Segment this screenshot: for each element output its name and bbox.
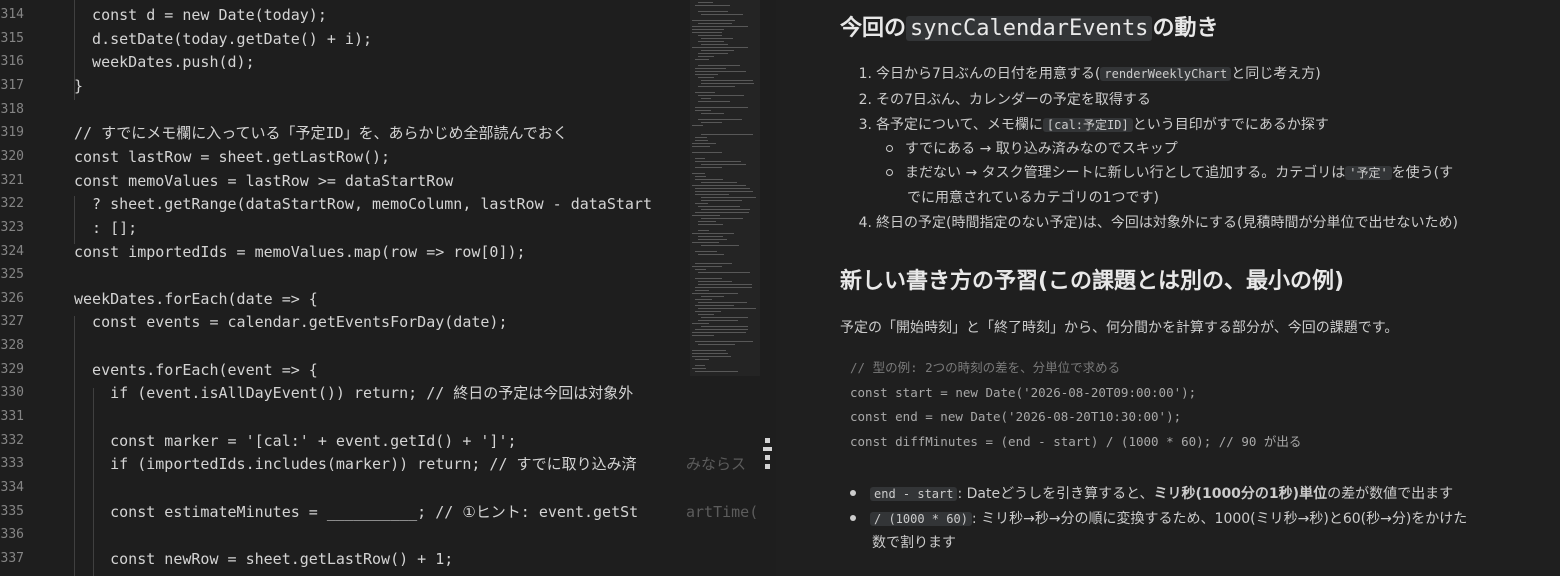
line-number: 332: [0, 432, 24, 448]
list-item: 4. 終日の予定(時間指定のない予定)は、今回は対象外にする(見積時間が分単位で出…: [858, 215, 1458, 231]
code-line[interactable]: }: [74, 74, 83, 98]
bullet-icon: [850, 490, 856, 496]
code-line[interactable]: const importedIds = memoValues.map(row =…: [74, 240, 526, 264]
code-line[interactable]: if (importedIds.includes(marker)) return…: [74, 452, 637, 476]
code-line[interactable]: const marker = '[cal:' + event.getId() +…: [74, 429, 516, 453]
circle-bullet-icon: [886, 144, 893, 152]
line-number: 337: [0, 550, 24, 566]
split-resize-handle[interactable]: [760, 434, 774, 476]
bullet-item-continuation: 数で割ります: [872, 535, 956, 551]
code-line[interactable]: d.setDate(today.getDate() + i);: [74, 27, 372, 51]
code-line[interactable]: : [];: [74, 216, 137, 240]
code-line[interactable]: const estimateMinutes = __________; // ①…: [74, 500, 638, 524]
code-line[interactable]: const memoValues = lastRow >= dataStartR…: [74, 169, 453, 193]
sub-list-item: すでにある → 取り込み済みなのでスキップ: [886, 137, 1178, 161]
code-line[interactable]: weekDates.push(d);: [74, 50, 255, 74]
code-block-line: const diffMinutes = (end - start) / (100…: [850, 433, 1302, 449]
section-paragraph: 予定の「開始時刻」と「終了時刻」から、何分間かを計算する部分が、今回の課題です。: [840, 320, 1399, 336]
line-number: 316: [0, 54, 24, 70]
code-block-line: const start = new Date('2026-08-20T09:00…: [850, 384, 1197, 400]
line-number: 317: [0, 77, 24, 93]
code-line[interactable]: const d = new Date(today);: [74, 3, 327, 27]
line-number: 320: [0, 148, 24, 164]
line-number: 319: [0, 125, 24, 141]
line-number: 336: [0, 527, 24, 543]
line-number: 325: [0, 267, 24, 283]
line-number: 333: [0, 456, 24, 472]
minimap[interactable]: [690, 0, 760, 576]
line-number: 323: [0, 219, 24, 235]
code-block-line: const end = new Date('2026-08-20T10:30:0…: [850, 409, 1182, 424]
line-number: 334: [0, 480, 24, 495]
list-item: 3. 各予定について、メモ欄に [cal:予定ID] という目印がすでにあるか探す: [858, 117, 1329, 133]
code-block-line: // 型の例: 2つの時刻の差を、分単位で求める: [850, 360, 1121, 375]
code-area[interactable]: const d = new Date(today); d.setDate(tod…: [74, 0, 686, 576]
line-number: 327: [0, 314, 24, 330]
line-number: 322: [0, 196, 24, 212]
code-line[interactable]: const newRow = sheet.getLastRow() + 1;: [74, 547, 453, 571]
code-line[interactable]: const events = calendar.getEventsForDay(…: [74, 310, 507, 334]
line-number: 314: [0, 7, 24, 22]
bullet-icon: [850, 515, 856, 521]
line-number: 321: [0, 172, 24, 188]
code-line[interactable]: // すでにメモ欄に入っている「予定ID」を、あらかじめ全部読んでおく: [74, 121, 568, 145]
section-title-preview: 新しい書き方の予習(この課題とは別の、最小の例): [840, 269, 1345, 294]
code-line[interactable]: events.forEach(event => {: [74, 358, 318, 382]
circle-bullet-icon: [886, 168, 893, 176]
markdown-preview[interactable]: 今回の syncCalendarEvents の動き 1. 今日から7日ぶんの日付を用…: [776, 0, 1560, 576]
line-number: 326: [0, 290, 24, 306]
line-number-gutter: 314 315 316 317 318 319 320 321 322 323 324 325 326 3…: [0, 0, 50, 576]
bullet-item: end - start: Dateどうしを引き算すると、ミリ秒(1000分の1秒…: [850, 482, 1453, 506]
line-number: 328: [0, 338, 24, 354]
line-number: 318: [0, 101, 24, 117]
code-editor[interactable]: 314 315 316 317 318 319 320 321 322 323 324 325 326 3…: [0, 0, 760, 576]
section-title-sync-flow: 今回の syncCalendarEvents の動き: [840, 16, 1219, 41]
line-number: 329: [0, 361, 24, 377]
code-line[interactable]: ? sheet.getRange(dataStartRow, memoColum…: [74, 192, 652, 216]
line-number: 315: [0, 30, 24, 46]
code-line[interactable]: const lastRow = sheet.getLastRow();: [74, 145, 390, 169]
sub-list-item-continuation: でに用意されているカテゴリの1つです): [907, 190, 1159, 206]
line-number: 331: [0, 409, 24, 425]
line-number: 324: [0, 243, 24, 259]
code-line[interactable]: weekDates.forEach(date => {: [74, 287, 318, 311]
sub-list-item: まだない → タスク管理シートに新しい行として追加する。カテゴリは '予定' を使う…: [886, 161, 1453, 185]
code-line[interactable]: if (event.isAllDayEvent()) return; // 終日…: [74, 381, 633, 405]
line-number: 335: [0, 503, 24, 519]
bullet-item: / (1000 * 60): ミリ秒→秒→分の順に変換するため、1000(ミリ秒…: [850, 507, 1467, 531]
list-item: 2. その7日ぶん、カレンダーの予定を取得する: [858, 92, 1151, 108]
list-item: 1. 今日から7日ぶんの日付を用意する(renderWeeklyChart と同じ考…: [858, 66, 1321, 82]
line-number: 330: [0, 385, 24, 401]
